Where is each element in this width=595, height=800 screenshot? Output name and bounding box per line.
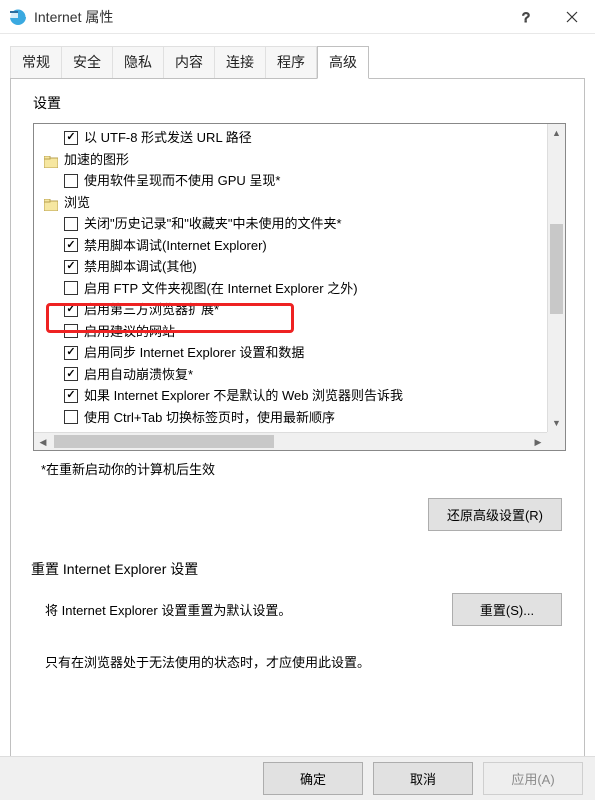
restart-note: *在重新启动你的计算机后生效 <box>41 459 566 478</box>
close-button[interactable] <box>549 0 595 34</box>
cancel-button[interactable]: 取消 <box>373 762 473 795</box>
folder-icon <box>44 196 58 208</box>
horizontal-scrollbar[interactable]: ◀ ▶ <box>34 432 547 450</box>
tree-item[interactable]: 启用同步 Internet Explorer 设置和数据 <box>36 342 545 364</box>
tree-item[interactable]: 关闭"历史记录"和"收藏夹"中未使用的文件夹* <box>36 213 545 235</box>
checkbox[interactable] <box>64 346 78 360</box>
tree-item[interactable]: 使用 Ctrl+Tab 切换标签页时，使用最新顺序 <box>36 407 545 429</box>
reset-desc: 将 Internet Explorer 设置重置为默认设置。 <box>45 600 291 619</box>
scroll-right-icon[interactable]: ▶ <box>529 433 547 451</box>
tree-item-label: 启用建议的网站 <box>84 321 175 343</box>
tree-section: 浏览 <box>36 192 545 214</box>
tree-item[interactable]: 启用自动崩溃恢复* <box>36 364 545 386</box>
tree-item-label: 禁用脚本调试(Internet Explorer) <box>84 235 267 257</box>
scroll-down-icon[interactable]: ▼ <box>548 414 565 432</box>
tab-advanced[interactable]: 高级 <box>317 46 369 79</box>
tree-item-label: 禁用脚本调试(其他) <box>84 256 197 278</box>
apply-button[interactable]: 应用(A) <box>483 762 583 795</box>
tree-item[interactable]: 如果 Internet Explorer 不是默认的 Web 浏览器则告诉我 <box>36 385 545 407</box>
checkbox[interactable] <box>64 410 78 424</box>
scroll-thumb[interactable] <box>550 224 563 314</box>
settings-tree[interactable]: 以 UTF-8 形式发送 URL 路径加速的图形使用软件呈现而不使用 GPU 呈… <box>33 123 566 451</box>
scroll-up-icon[interactable]: ▲ <box>548 124 565 142</box>
tree-item-label: 浏览 <box>64 192 90 214</box>
checkbox[interactable] <box>64 238 78 252</box>
tab-page-advanced: 设置 以 UTF-8 形式发送 URL 路径加速的图形使用软件呈现而不使用 GP… <box>10 78 585 790</box>
ok-button[interactable]: 确定 <box>263 762 363 795</box>
tree-item-label: 如果 Internet Explorer 不是默认的 Web 浏览器则告诉我 <box>84 385 403 407</box>
vertical-scrollbar[interactable]: ▲ ▼ <box>547 124 565 432</box>
checkbox[interactable] <box>64 131 78 145</box>
tree-item[interactable]: 使用软件呈现而不使用 GPU 呈现* <box>36 170 545 192</box>
tree-item-label: 以 UTF-8 形式发送 URL 路径 <box>84 127 252 149</box>
reset-info: 只有在浏览器处于无法使用的状态时，才应使用此设置。 <box>45 652 566 671</box>
tab-security[interactable]: 安全 <box>62 46 113 79</box>
tabstrip: 常规 安全 隐私 内容 连接 程序 高级 <box>0 34 595 79</box>
tree-item-label: 启用 FTP 文件夹视图(在 Internet Explorer 之外) <box>84 278 358 300</box>
tree-item-label: 使用 Ctrl+Tab 切换标签页时，使用最新顺序 <box>84 407 335 429</box>
checkbox[interactable] <box>64 324 78 338</box>
tab-general[interactable]: 常规 <box>10 46 62 79</box>
tree-item-label: 启用同步 Internet Explorer 设置和数据 <box>84 342 304 364</box>
checkbox[interactable] <box>64 281 78 295</box>
scroll-thumb-h[interactable] <box>54 435 274 448</box>
tree-item-label: 使用软件呈现而不使用 GPU 呈现* <box>84 170 280 192</box>
app-icon <box>8 7 28 27</box>
tree-item-label: 加速的图形 <box>64 149 129 171</box>
scrollbar-corner <box>547 432 565 450</box>
checkbox[interactable] <box>64 174 78 188</box>
scroll-left-icon[interactable]: ◀ <box>34 433 52 451</box>
tab-privacy[interactable]: 隐私 <box>113 46 164 79</box>
checkbox[interactable] <box>64 367 78 381</box>
dialog-footer: 确定 取消 应用(A) <box>0 756 595 800</box>
tree-item-label: 启用自动崩溃恢复* <box>84 364 193 386</box>
tree-item[interactable]: 以 UTF-8 形式发送 URL 路径 <box>36 127 545 149</box>
restore-advanced-button[interactable]: 还原高级设置(R) <box>428 498 562 531</box>
tree-item[interactable]: 启用建议的网站 <box>36 321 545 343</box>
folder-icon <box>44 153 58 165</box>
tree-item-label: 关闭"历史记录"和"收藏夹"中未使用的文件夹* <box>84 213 342 235</box>
checkbox[interactable] <box>64 389 78 403</box>
settings-label: 设置 <box>33 93 566 113</box>
help-button[interactable]: ? <box>503 0 549 34</box>
tree-item[interactable]: 启用 FTP 文件夹视图(在 Internet Explorer 之外) <box>36 278 545 300</box>
tree-item-label: 启用第三方浏览器扩展* <box>84 299 219 321</box>
tree-item[interactable]: 启用第三方浏览器扩展* <box>36 299 545 321</box>
tab-programs[interactable]: 程序 <box>266 46 317 79</box>
tree-section: 加速的图形 <box>36 149 545 171</box>
window-title: Internet 属性 <box>34 7 503 27</box>
checkbox[interactable] <box>64 260 78 274</box>
reset-button[interactable]: 重置(S)... <box>452 593 562 626</box>
titlebar: Internet 属性 ? <box>0 0 595 34</box>
checkbox[interactable] <box>64 217 78 231</box>
tree-item[interactable]: 禁用脚本调试(Internet Explorer) <box>36 235 545 257</box>
tab-connections[interactable]: 连接 <box>215 46 266 79</box>
tree-item[interactable]: 禁用脚本调试(其他) <box>36 256 545 278</box>
checkbox[interactable] <box>64 303 78 317</box>
svg-text:?: ? <box>522 10 530 24</box>
tab-content[interactable]: 内容 <box>164 46 215 79</box>
reset-heading: 重置 Internet Explorer 设置 <box>31 559 566 579</box>
